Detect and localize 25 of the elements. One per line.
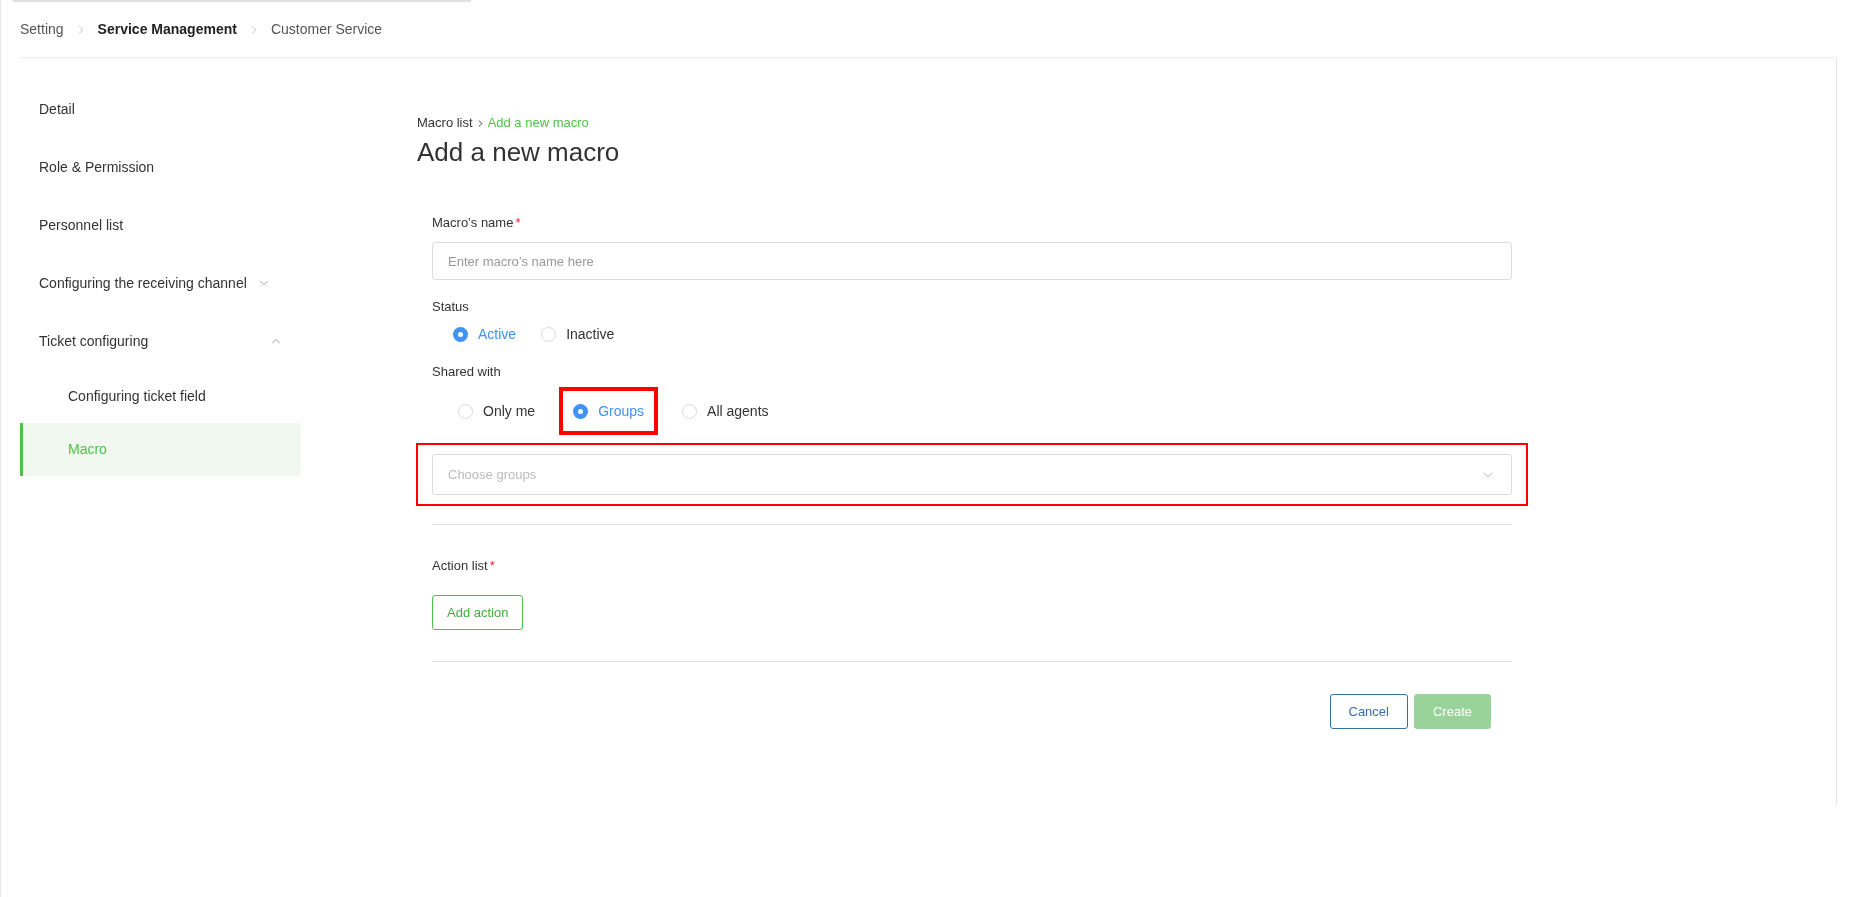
input-field[interactable]: Enter macro’s name here xyxy=(432,242,1512,280)
breadcrumb-item[interactable]: Macro list xyxy=(417,113,473,133)
sidebar-item[interactable]: Role & Permission xyxy=(20,138,301,196)
radio-icon xyxy=(453,326,468,342)
breadcrumb-item[interactable]: Customer Service xyxy=(270,19,383,40)
radio-icon xyxy=(458,403,473,419)
breadcrumb-item[interactable]: Service Management xyxy=(97,19,237,40)
radio-option[interactable]: Only me xyxy=(458,400,536,422)
field-label: Shared with xyxy=(432,363,502,381)
sidebar-item[interactable]: Configuring ticket field xyxy=(20,370,301,423)
radio-icon xyxy=(541,326,557,342)
sidebar-item[interactable]: Detail xyxy=(20,80,301,138)
radio-icon xyxy=(682,403,698,419)
radio-option[interactable]: All agents xyxy=(682,400,769,422)
radio-option[interactable]: Inactive xyxy=(541,323,615,345)
field-label: Action list* xyxy=(432,557,496,575)
sidebar-item[interactable]: Configuring the receiving channel xyxy=(20,254,301,312)
sidebar-item[interactable]: Personnel list xyxy=(20,196,301,254)
field-label: Status xyxy=(432,298,470,316)
field-label: Macro’s name* xyxy=(432,214,522,232)
radio-icon xyxy=(573,403,589,419)
page-title: Add a new macro xyxy=(417,136,621,169)
cancel-button[interactable]: Cancel xyxy=(1329,694,1408,729)
sidebar-item[interactable]: Ticket configuring xyxy=(20,312,301,370)
breadcrumb-item[interactable]: Setting xyxy=(20,19,64,40)
